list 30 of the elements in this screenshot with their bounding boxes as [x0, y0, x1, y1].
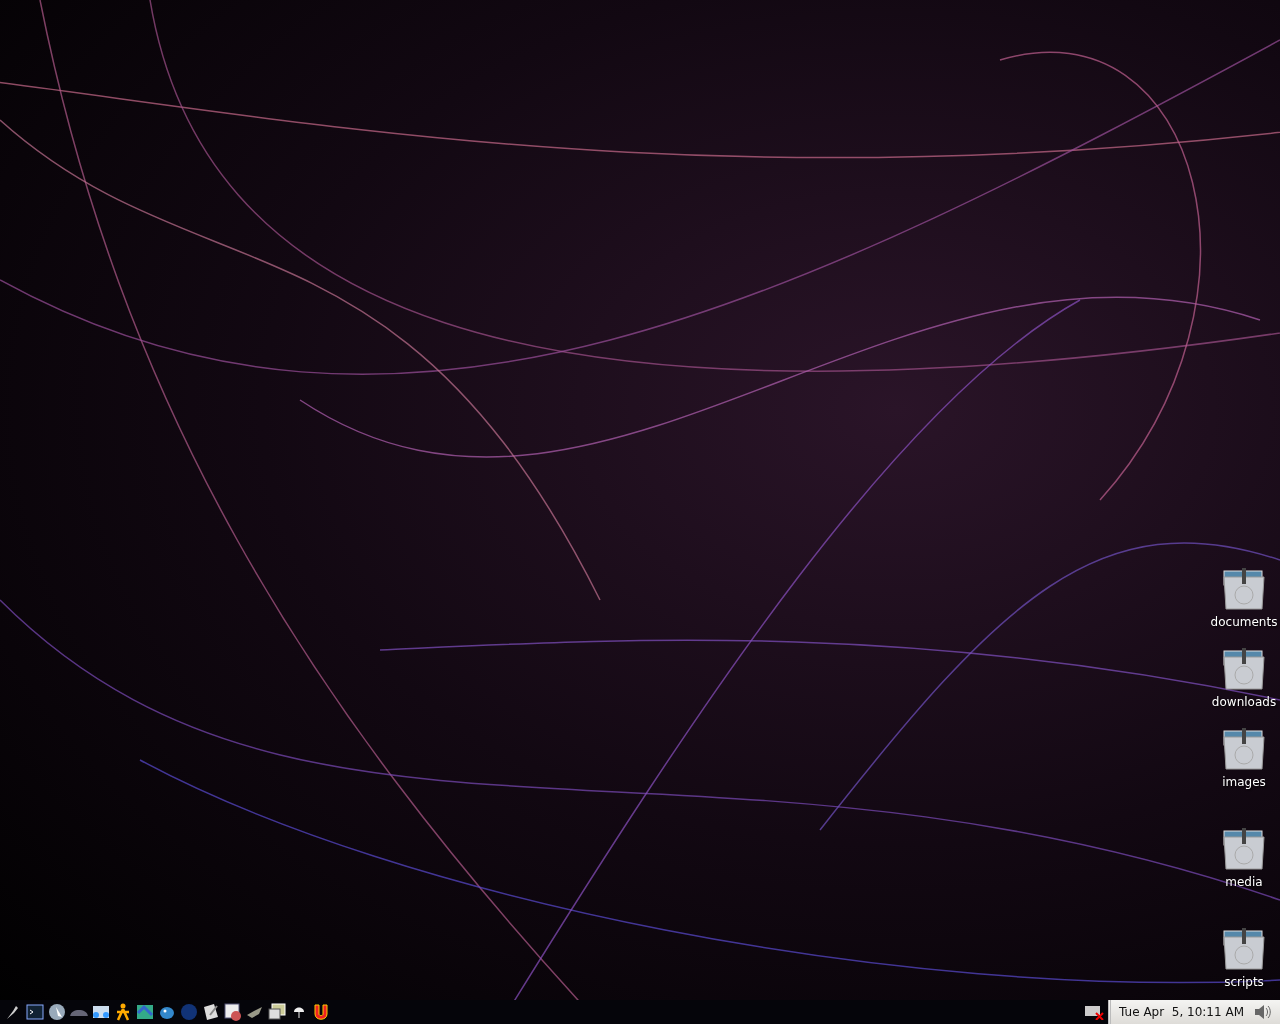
- clock-text: Tue Apr 5, 10:11 AM: [1119, 1005, 1244, 1019]
- map-icon: [135, 1003, 154, 1021]
- document-pen-icon: [201, 1003, 220, 1021]
- desktop-folder[interactable]: scripts: [1208, 925, 1280, 989]
- folder-label: downloads: [1211, 695, 1277, 709]
- clock-button[interactable]: Tue Apr 5, 10:11 AM: [1108, 1000, 1280, 1024]
- folder-icon: [1220, 925, 1268, 973]
- globe-pointer-icon: [47, 1003, 66, 1021]
- folder-label: images: [1222, 775, 1266, 789]
- folder-label: documents: [1210, 615, 1278, 629]
- launcher-button[interactable]: [266, 1001, 287, 1023]
- terminal-icon: [25, 1003, 44, 1021]
- desktop-folder[interactable]: media: [1208, 825, 1280, 889]
- folder-icon: [1220, 645, 1268, 693]
- folder-label: media: [1225, 875, 1263, 889]
- launcher-button[interactable]: [46, 1001, 67, 1023]
- desktop-folder[interactable]: documents: [1208, 565, 1280, 629]
- photo-frame-icon: [267, 1003, 286, 1021]
- magnet-icon: [311, 1003, 330, 1021]
- folder-icon: [1220, 565, 1268, 613]
- desktop-folder[interactable]: images: [1208, 725, 1280, 789]
- sphere-icon: [179, 1003, 198, 1021]
- folder-icon: [1220, 825, 1268, 873]
- desktop-folder[interactable]: downloads: [1208, 645, 1280, 709]
- spreadsheet-icon: [223, 1003, 242, 1021]
- network-icon: [91, 1003, 110, 1021]
- speaker-icon: [1254, 1004, 1272, 1020]
- folder-icon: [1220, 725, 1268, 773]
- launcher-button[interactable]: [222, 1001, 243, 1023]
- folder-label: scripts: [1224, 975, 1264, 989]
